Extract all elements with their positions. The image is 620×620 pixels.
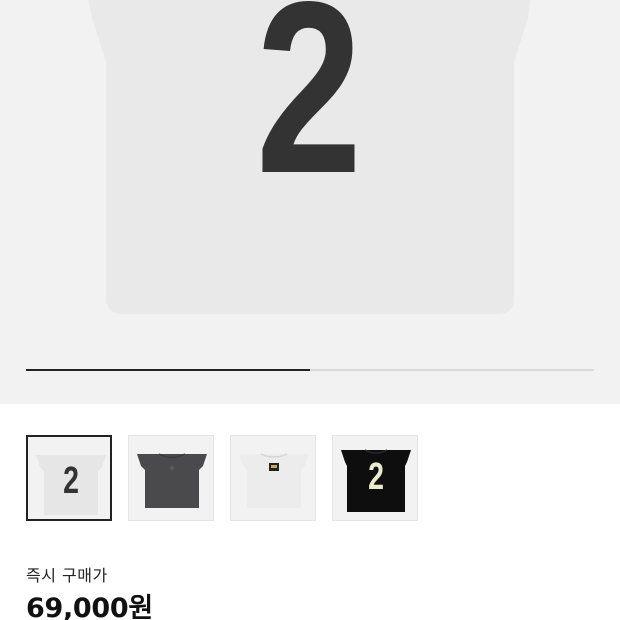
- black-shirt-thumb-icon: 2: [341, 449, 411, 512]
- thumb-number: 2: [368, 456, 384, 498]
- product-main-image: 2: [88, 0, 530, 314]
- thumbnail-charcoal-back[interactable]: [128, 435, 214, 521]
- product-image-gallery[interactable]: 2: [0, 0, 620, 404]
- gallery-progress-fill: [26, 369, 310, 371]
- thumbnail-white-front[interactable]: 2: [26, 435, 112, 521]
- thumb-number: 2: [63, 460, 79, 502]
- white-shirt-thumb-icon: 2: [36, 455, 106, 515]
- instant-buy-price-label: 즉시 구매가: [26, 566, 108, 585]
- thumbnail-strip: 2 2: [26, 435, 426, 525]
- gallery-progress-bar: [26, 369, 594, 371]
- price-value: 69,000원: [26, 593, 153, 620]
- charcoal-shirt-thumb-icon: [137, 453, 207, 508]
- shirt-number: 2: [256, 0, 362, 224]
- thumbnail-black-front[interactable]: 2: [332, 435, 418, 521]
- product-page: 2 2 2 즉시 구매가 69,000원: [0, 0, 620, 620]
- white-logo-shirt-thumb-icon: [239, 453, 309, 508]
- thumbnail-white-back[interactable]: [230, 435, 316, 521]
